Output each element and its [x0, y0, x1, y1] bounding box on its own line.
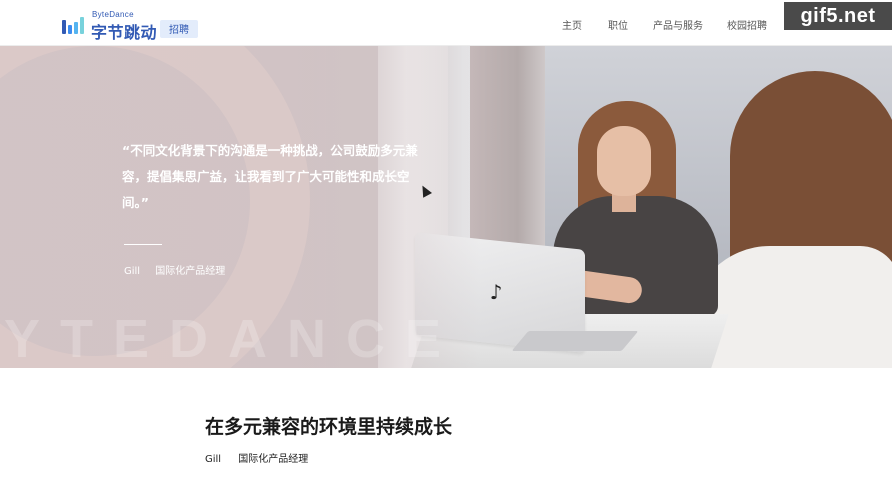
hero-background-text: YTEDANCE [4, 309, 462, 368]
recruitment-tag: 招聘 [160, 20, 198, 38]
photo-laptop-base [511, 331, 639, 351]
tiktok-note-icon: ♪ [489, 280, 503, 304]
section-author-title: 国际化产品经理 [238, 454, 309, 465]
photo-woman-face [597, 126, 651, 196]
quote-author-name: Gill [124, 266, 141, 277]
bytedance-logo[interactable]: ByteDance 字节跳动 招聘 [62, 10, 202, 42]
gif5-watermark: gif5.net [784, 2, 892, 30]
photo-person-back-body [690, 246, 892, 368]
site-header: ByteDance 字节跳动 招聘 主页 职位 产品与服务 校园招聘 [0, 0, 892, 46]
nav-home[interactable]: 主页 [562, 17, 582, 32]
hero-banner: ♪ YTEDANCE “不同文化背景下的沟通是一种挑战，公司鼓励多元兼容，提倡集… [0, 46, 892, 368]
section-author-name: Gill [205, 454, 222, 465]
logo-chinese: 字节跳动 [91, 23, 158, 42]
nav-jobs[interactable]: 职位 [608, 17, 628, 32]
logo-english: ByteDance [92, 10, 134, 19]
nav-campus[interactable]: 校园招聘 [727, 17, 767, 32]
section-title: 在多元兼容的环境里持续成长 [205, 416, 453, 438]
section-author: Gill 国际化产品经理 [205, 450, 322, 465]
hero-quote: “不同文化背景下的沟通是一种挑战，公司鼓励多元兼容，提倡集思广益，让我看到了广大… [122, 143, 418, 210]
quote-author-title: 国际化产品经理 [155, 266, 226, 277]
bytedance-logo-icon [62, 16, 86, 34]
quote-divider [124, 244, 162, 245]
quote-author: Gill 国际化产品经理 [124, 262, 237, 277]
nav-products[interactable]: 产品与服务 [653, 17, 703, 32]
